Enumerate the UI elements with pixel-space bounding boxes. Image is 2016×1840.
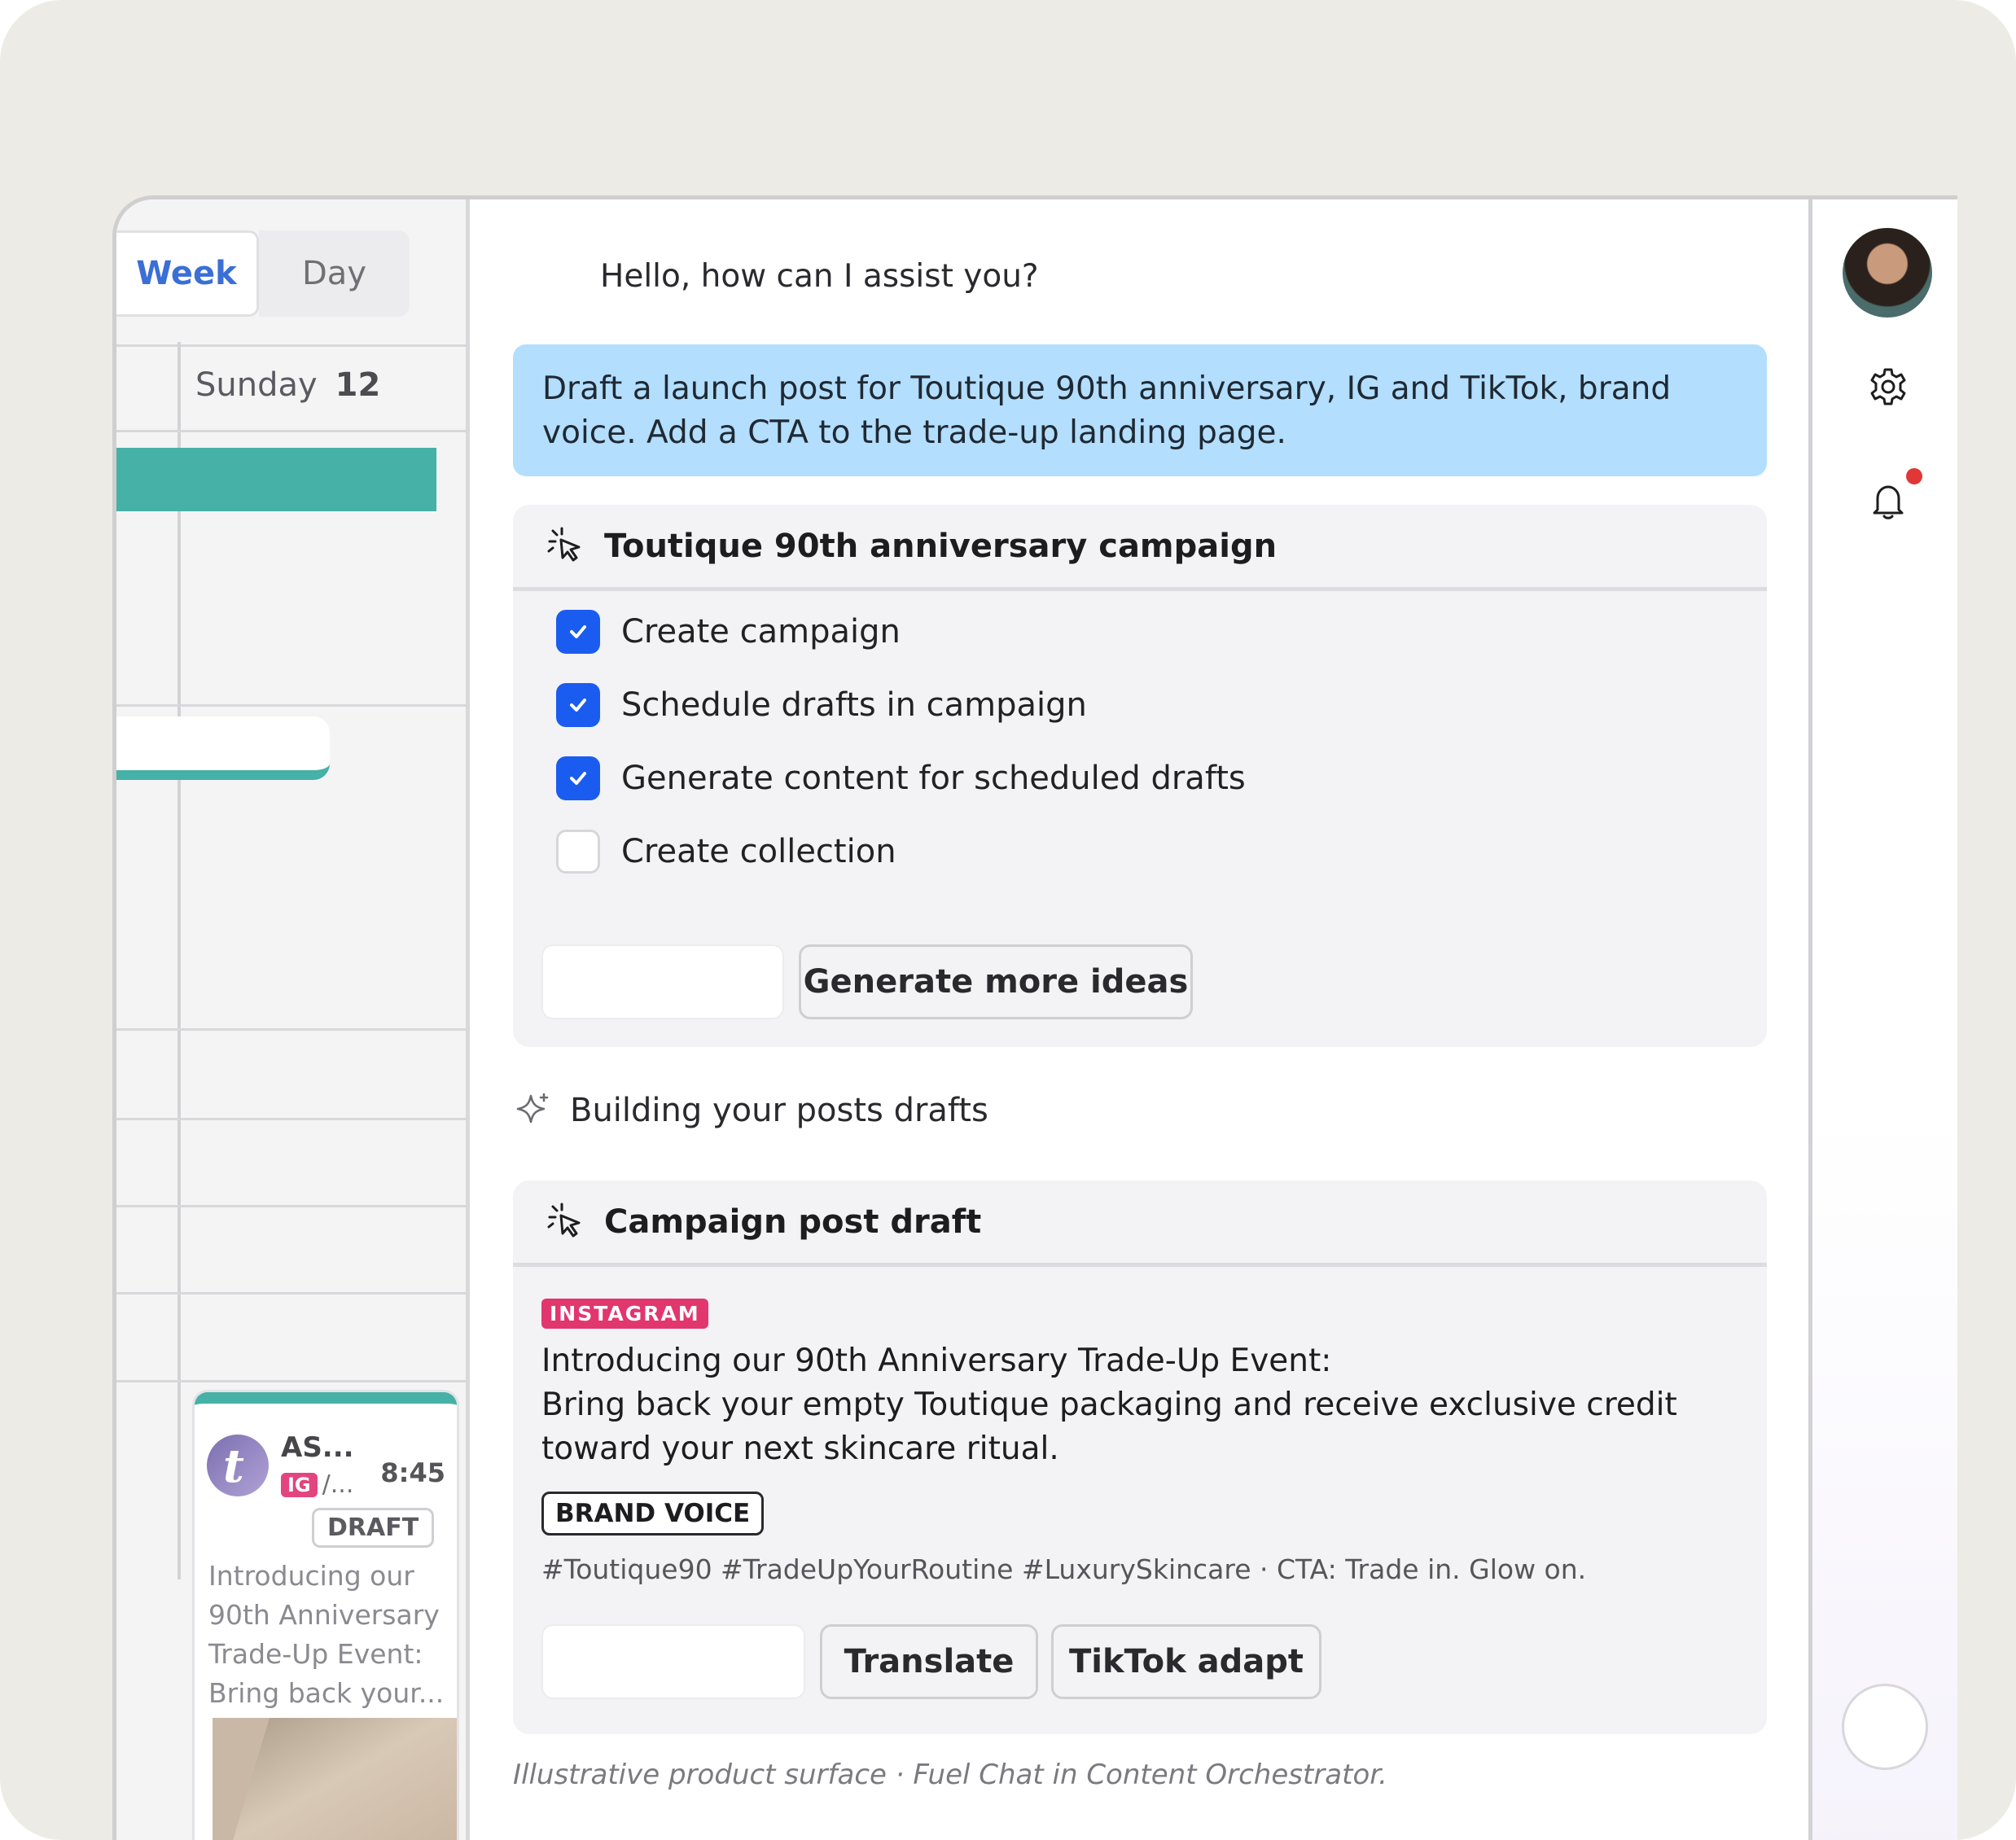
campaign-panel: Toutique 90th anniversary campaign Creat… (513, 505, 1767, 1047)
checkbox-checked[interactable] (556, 610, 600, 654)
brand-voice-badge: BRAND VOICE (541, 1492, 765, 1536)
tiktok-adapt-button[interactable]: TikTok adapt (1051, 1624, 1321, 1699)
card-platform-more: /... (322, 1470, 354, 1499)
chat-panel: Hello, how can I assist you? Draft a lau… (470, 199, 1812, 1840)
task-label: Generate content for scheduled drafts (621, 760, 1246, 797)
day-number: 12 (335, 366, 381, 404)
cursor-click-icon (547, 1203, 581, 1237)
task-item[interactable]: Create collection (556, 830, 896, 874)
task-item[interactable]: Create campaign (556, 610, 901, 654)
divider (116, 704, 470, 707)
post-line: Bring back your empty Toutique packaging… (541, 1387, 1677, 1467)
card-thumbnail (213, 1718, 457, 1840)
task-label: Schedule drafts in campaign (621, 686, 1087, 724)
status-line: Building your posts drafts (513, 1091, 988, 1130)
checkbox-checked[interactable] (556, 683, 600, 727)
card-account: AS... (281, 1431, 354, 1464)
blank-action-button[interactable] (541, 944, 784, 1019)
task-label: Create collection (621, 833, 896, 870)
card-preview: Introducing our 90th Anniversary Trade-U… (208, 1560, 445, 1709)
calendar-panel: Week Day Sunday 12 t AS... IG /... 8:45 … (116, 199, 470, 1840)
post-text: Introducing our 90th Anniversary Trade-U… (541, 1339, 1746, 1471)
app-window: Week Day Sunday 12 t AS... IG /... 8:45 … (112, 195, 1957, 1840)
translate-button[interactable]: Translate (820, 1624, 1038, 1699)
divider (116, 430, 470, 432)
rail-action-button[interactable] (1842, 1684, 1928, 1770)
draft-badge: DRAFT (312, 1508, 435, 1548)
card-time: 8:45 (380, 1457, 445, 1488)
check-icon (570, 699, 586, 712)
blank-action-button[interactable] (541, 1624, 805, 1699)
divider (116, 1028, 470, 1031)
divider (116, 344, 470, 347)
task-item[interactable]: Generate content for scheduled drafts (556, 756, 1246, 800)
card-platform: IG /... (281, 1470, 353, 1499)
task-label: Create campaign (621, 613, 901, 651)
draft-panel-header: Campaign post draft (513, 1181, 1767, 1267)
user-message: Draft a launch post for Toutique 90th an… (513, 344, 1767, 476)
notification-dot (1906, 468, 1922, 484)
checkbox-unchecked[interactable] (556, 830, 600, 874)
status-text: Building your posts drafts (570, 1092, 988, 1129)
divider (116, 1118, 470, 1120)
user-avatar[interactable] (1843, 228, 1932, 318)
day-name: Sunday (195, 366, 318, 404)
campaign-panel-title: Toutique 90th anniversary campaign (604, 527, 1278, 565)
generate-more-ideas-button[interactable]: Generate more ideas (799, 944, 1193, 1019)
cursor-click-icon (547, 527, 581, 561)
draft-panel: Campaign post draft INSTAGRAM Introducin… (513, 1181, 1767, 1734)
view-day-button[interactable]: Day (259, 230, 410, 317)
sparkle-icon (516, 1093, 549, 1124)
brand-avatar: t (207, 1435, 269, 1496)
post-line: Introducing our 90th Anniversary Trade-U… (541, 1343, 1332, 1379)
campaign-panel-header: Toutique 90th anniversary campaign (513, 505, 1767, 591)
view-toggle: Week Day (116, 230, 410, 317)
divider (116, 1292, 470, 1295)
instagram-badge: INSTAGRAM (541, 1299, 708, 1329)
day-header: Sunday 12 (195, 366, 380, 404)
gear-icon[interactable] (1868, 366, 1909, 407)
scheduled-post-card[interactable]: t AS... IG /... 8:45 DRAFT Introducing o… (195, 1392, 457, 1840)
check-icon (570, 625, 586, 638)
check-icon (570, 772, 586, 785)
draft-panel-title: Campaign post draft (604, 1203, 982, 1241)
bell-icon[interactable] (1868, 480, 1909, 521)
footnote: Illustrative product surface · Fuel Chat… (513, 1759, 1387, 1791)
screenshot-frame: Week Day Sunday 12 t AS... IG /... 8:45 … (0, 0, 2016, 1840)
view-week-button[interactable]: Week (116, 230, 259, 317)
hashtags-line: #Toutique90 #TradeUpYourRoutine #LuxuryS… (541, 1553, 1587, 1585)
right-rail (1812, 199, 1957, 1840)
time-gutter (177, 342, 181, 1579)
brand-logo-icon: t (223, 1439, 244, 1493)
divider (116, 1205, 470, 1207)
divider (116, 1380, 470, 1382)
assistant-greeting: Hello, how can I assist you? (600, 258, 1039, 295)
event-pill[interactable] (116, 716, 330, 780)
task-item[interactable]: Schedule drafts in campaign (556, 683, 1087, 727)
campaign-event-bar[interactable] (116, 448, 436, 511)
ig-badge: IG (281, 1472, 318, 1497)
checkbox-checked[interactable] (556, 756, 600, 800)
